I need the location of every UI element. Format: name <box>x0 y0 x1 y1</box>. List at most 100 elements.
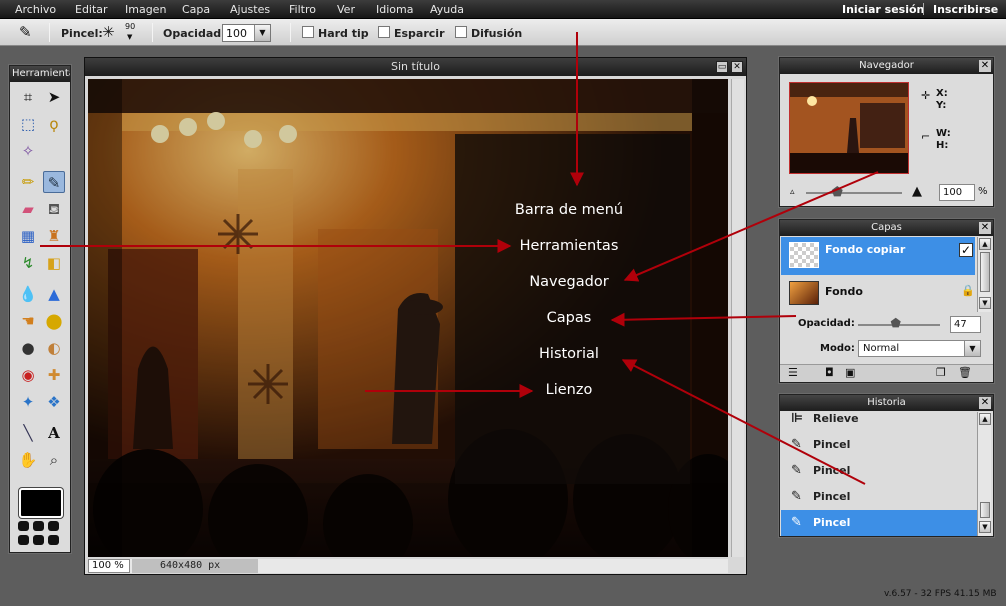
red-eye-icon[interactable]: ◉ <box>17 364 39 386</box>
eraser-icon[interactable]: ▰ <box>17 198 39 220</box>
history-item[interactable]: ✎ Pincel <box>781 484 977 510</box>
close-icon[interactable]: ✕ <box>731 61 743 73</box>
zoom-slider-thumb[interactable]: ⬟ <box>832 185 843 200</box>
scroll-up-icon[interactable]: ▲ <box>979 413 991 425</box>
menu-archivo[interactable]: Archivo <box>15 3 56 16</box>
pencil-icon[interactable]: ✏ <box>17 171 39 193</box>
chevron-down-icon[interactable]: ▼ <box>964 341 980 356</box>
overlay-label-layers: Capas <box>546 310 592 326</box>
brush-icon: ✎ <box>791 463 802 478</box>
blend-mode-select[interactable]: Normal <box>858 340 981 357</box>
layers-toolbar: ☰ ◘ ▣ ❐ 🗑 <box>780 364 993 382</box>
history-item[interactable]: ⊫ Relieve <box>781 408 977 430</box>
menu-ver[interactable]: Ver <box>337 3 355 16</box>
signup-link[interactable]: Inscribirse <box>933 3 998 16</box>
burn-icon[interactable]: ● <box>17 337 39 359</box>
bucket-icon[interactable]: ⛾ <box>43 198 65 220</box>
layer-opacity-thumb[interactable]: ⬟ <box>891 316 901 330</box>
scatter-checkbox[interactable] <box>378 26 390 38</box>
grid-button[interactable] <box>48 535 59 545</box>
scroll-thumb[interactable] <box>980 252 990 292</box>
zoom-slider-track[interactable] <box>806 192 902 194</box>
color-picker-icon[interactable]: ╲ <box>17 422 39 444</box>
layer-styles-icon[interactable]: ▣ <box>845 366 855 379</box>
menu-imagen[interactable]: Imagen <box>125 3 166 16</box>
history-scrollbar[interactable]: ▲ ▼ <box>977 412 991 536</box>
close-icon[interactable]: ✕ <box>979 60 991 72</box>
smudge-icon[interactable]: ☚ <box>17 310 39 332</box>
history-item[interactable]: ✎ Pincel <box>781 458 977 484</box>
move-icon[interactable]: ➤ <box>43 86 65 108</box>
shape-icon[interactable]: ◧ <box>43 252 65 274</box>
w-label: W: <box>936 128 951 139</box>
menu-ajustes[interactable]: Ajustes <box>230 3 270 16</box>
history-item[interactable]: ✎ Pincel <box>781 432 977 458</box>
drop-icon[interactable]: 💧 <box>17 283 39 305</box>
grid-button[interactable] <box>33 535 44 545</box>
layer-row-selected[interactable]: Fondo copiar ✓ <box>781 237 975 275</box>
grid-button[interactable] <box>18 535 29 545</box>
trash-icon[interactable]: 🗑 <box>958 366 972 379</box>
dodge-icon[interactable]: ◐ <box>43 337 65 359</box>
history-item-selected[interactable]: ✎ Pincel <box>781 510 977 536</box>
color-replace-icon[interactable]: ↯ <box>17 252 39 274</box>
navigator-thumbnail[interactable] <box>789 82 909 174</box>
layer-mask-icon[interactable]: ◘ <box>825 366 834 379</box>
scroll-down-icon[interactable]: ▼ <box>979 297 991 309</box>
hand-icon[interactable]: ✋ <box>17 449 39 471</box>
layer-row[interactable]: Fondo 🔒 <box>781 276 975 314</box>
zoom-field[interactable]: 100 % <box>88 559 130 573</box>
login-link[interactable]: Iniciar sesión <box>842 3 924 16</box>
marquee-icon[interactable]: ⬚ <box>17 113 39 135</box>
chevron-down-icon[interactable]: ▼ <box>127 33 132 41</box>
brush-tool-icon[interactable]: ✎ <box>19 23 32 41</box>
sharpen-icon[interactable]: ▲ <box>43 283 65 305</box>
zoom-out-icon[interactable]: ▵ <box>790 187 795 197</box>
magic-wand-icon[interactable]: ✧ <box>17 140 39 162</box>
layers-scrollbar[interactable]: ▲ ▼ <box>977 237 991 312</box>
zoom-input[interactable]: 100 <box>939 184 975 201</box>
hard-tip-checkbox[interactable] <box>302 26 314 38</box>
menu-bar: Archivo Editar Imagen Capa Ajustes Filtr… <box>0 0 1006 19</box>
sponge-icon[interactable]: ⬤ <box>43 310 65 332</box>
opacity-dropdown-button[interactable]: ▼ <box>254 25 270 41</box>
layer-name: Fondo <box>825 285 863 298</box>
menu-idioma[interactable]: Idioma <box>376 3 413 16</box>
menu-ayuda[interactable]: Ayuda <box>430 3 464 16</box>
layer-opacity-input[interactable]: 47 <box>950 316 981 333</box>
grid-button[interactable] <box>48 521 59 531</box>
close-icon[interactable]: ✕ <box>979 397 991 409</box>
layer-thumbnail <box>789 281 819 305</box>
h-label: H: <box>936 140 949 151</box>
layer-settings-icon[interactable]: ☰ <box>788 366 798 379</box>
zoom-icon[interactable]: ⌕ <box>43 449 65 471</box>
zoom-in-icon[interactable]: ▲ <box>912 184 922 199</box>
close-icon[interactable]: ✕ <box>979 222 991 234</box>
brush-icon[interactable]: ✎ <box>43 171 65 193</box>
stamp-icon[interactable]: ♜ <box>43 225 65 247</box>
brush-size: 90 <box>125 22 136 31</box>
bloat-icon[interactable]: ✦ <box>17 391 39 413</box>
menu-editar[interactable]: Editar <box>75 3 108 16</box>
grid-button[interactable] <box>33 521 44 531</box>
scroll-down-icon[interactable]: ▼ <box>979 521 991 533</box>
brush-shape-icon[interactable]: ✳ <box>102 23 115 41</box>
menu-filtro[interactable]: Filtro <box>289 3 316 16</box>
lasso-icon[interactable]: ϙ <box>43 113 65 135</box>
menu-capa[interactable]: Capa <box>182 3 210 16</box>
diffusion-checkbox[interactable] <box>455 26 467 38</box>
new-layer-icon[interactable]: ❐ <box>936 366 946 379</box>
pinch-icon[interactable]: ❖ <box>43 391 65 413</box>
crop-icon[interactable]: ⌗ <box>17 86 39 108</box>
vertical-scrollbar[interactable] <box>731 79 744 557</box>
spot-heal-icon[interactable]: ✚ <box>43 364 65 386</box>
gradient-icon[interactable]: ▦ <box>17 225 39 247</box>
text-icon[interactable]: A <box>43 422 65 444</box>
layer-visibility-checkbox[interactable]: ✓ <box>959 243 973 257</box>
history-item-label: Pincel <box>813 516 851 529</box>
scroll-thumb[interactable] <box>980 502 990 518</box>
grid-button[interactable] <box>18 521 29 531</box>
maximize-icon[interactable]: ▭ <box>716 61 728 73</box>
scroll-up-icon[interactable]: ▲ <box>979 238 991 250</box>
color-swatch[interactable] <box>19 488 63 518</box>
